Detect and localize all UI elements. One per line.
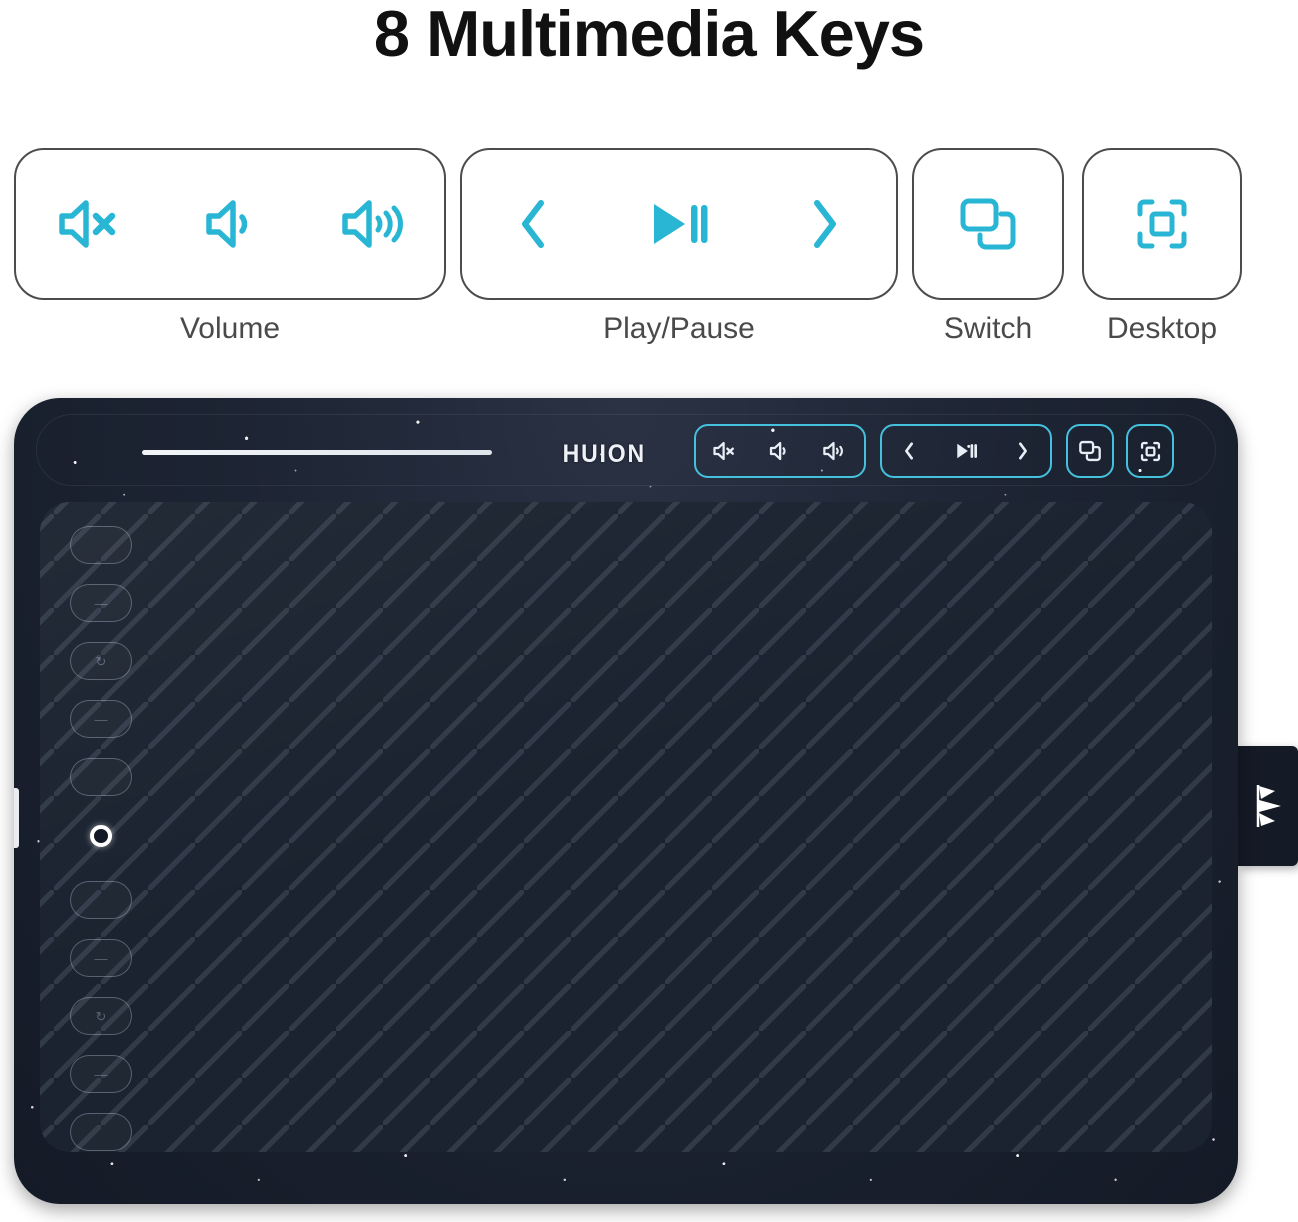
brand-logo: HUION: [562, 440, 646, 468]
tablet-body: HUION — ↻ — — ↻ —: [14, 398, 1238, 1204]
callout-card-switch: [912, 148, 1064, 300]
callout-card-desktop: [1082, 148, 1242, 300]
tablet-next-track-icon[interactable]: [1015, 440, 1031, 462]
tablet-previous-track-icon[interactable]: [901, 440, 917, 462]
page-title: 8 Multimedia Keys: [373, 0, 925, 70]
express-key-9[interactable]: —: [70, 1055, 132, 1093]
active-drawing-area[interactable]: [40, 502, 1212, 1152]
tablet-play-pause-icon[interactable]: [954, 440, 978, 462]
express-key-9-glyph: —: [94, 1066, 108, 1082]
tablet-switch-window-icon[interactable]: [1078, 439, 1102, 463]
express-key-2-glyph: —: [94, 595, 108, 611]
volume-down-icon[interactable]: [194, 188, 266, 260]
caption-play-pause: Play/Pause: [603, 312, 755, 345]
express-key-7-glyph: —: [94, 950, 108, 966]
callout-captions: Volume Play/Pause Switch Desktop: [14, 312, 1246, 362]
product-feature-image: 8 Multimedia Keys Volume Play/Pause Swit…: [0, 0, 1298, 1222]
express-key-4[interactable]: —: [70, 700, 132, 738]
tablet-volume-mute-icon[interactable]: [712, 440, 736, 462]
tablet-key-group-switch: [1066, 424, 1114, 478]
express-key-10-glyph: [71, 1114, 131, 1150]
tablet-volume-up-icon[interactable]: [822, 440, 848, 462]
callout-card-volume: [14, 148, 446, 300]
previous-track-icon[interactable]: [498, 188, 570, 260]
express-key-3[interactable]: ↻: [70, 642, 132, 680]
express-key-4-glyph: —: [94, 711, 108, 727]
volume-up-icon[interactable]: [337, 188, 409, 260]
caption-volume: Volume: [179, 312, 281, 345]
surface-texture-grid: [40, 502, 1212, 1152]
pen-tab: [1238, 746, 1298, 866]
caption-switch: Switch: [943, 312, 1033, 345]
tablet-key-group-desktop: [1126, 424, 1174, 478]
express-key-2[interactable]: —: [70, 584, 132, 622]
tablet-key-group-volume: [694, 424, 866, 478]
express-key-6[interactable]: [70, 881, 132, 919]
pen-tab-logo-icon: [1256, 785, 1281, 827]
express-key-7[interactable]: —: [70, 939, 132, 977]
multimedia-key-callouts: [14, 148, 1246, 300]
tablet-key-group-play-pause: [880, 424, 1052, 478]
volume-mute-icon[interactable]: [51, 188, 123, 260]
express-key-3-glyph: ↻: [95, 653, 107, 669]
express-key-5[interactable]: [70, 758, 132, 796]
indicator-strip: [142, 450, 492, 455]
switch-window-icon[interactable]: [952, 188, 1024, 260]
show-desktop-icon[interactable]: [1126, 188, 1198, 260]
express-key-1-glyph: [71, 527, 131, 563]
express-key-10[interactable]: [70, 1113, 132, 1151]
express-key-8[interactable]: ↻: [70, 997, 132, 1035]
express-key-8-glyph: ↻: [95, 1008, 107, 1024]
tablet-volume-down-icon[interactable]: [768, 440, 790, 462]
callout-card-play-pause: [460, 148, 898, 300]
express-key-5-glyph: [71, 759, 131, 795]
express-key-6-glyph: [71, 882, 131, 918]
caption-desktop: Desktop: [1106, 312, 1218, 345]
tablet-show-desktop-icon[interactable]: [1139, 440, 1162, 463]
graphics-tablet: HUION — ↻ — — ↻ —: [14, 398, 1298, 1204]
next-track-icon[interactable]: [788, 188, 860, 260]
express-key-1[interactable]: [70, 526, 132, 564]
play-pause-icon[interactable]: [643, 188, 715, 260]
power-led-ring: [90, 825, 112, 847]
side-port-notch: [14, 788, 19, 848]
